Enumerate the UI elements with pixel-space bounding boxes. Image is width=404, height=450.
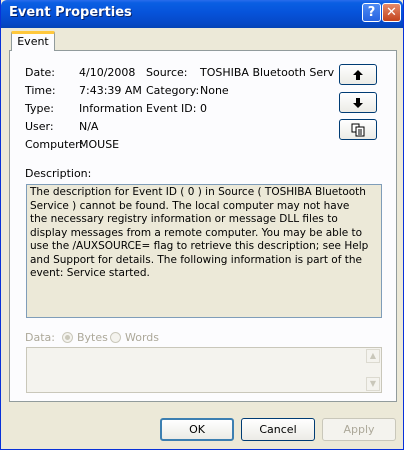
type-label: Type: [25, 102, 54, 115]
event-properties-window: Event Properties ? ✕ Event Date: 4/10/20… [0, 0, 404, 450]
arrow-down-icon [353, 98, 363, 108]
previous-event-button[interactable] [339, 64, 377, 85]
close-button[interactable]: ✕ [382, 3, 401, 22]
words-radio[interactable] [110, 332, 121, 343]
computer-label: Computer: [25, 138, 84, 151]
help-button[interactable]: ? [362, 3, 381, 22]
time-value: 7:43:39 AM [79, 84, 142, 97]
category-value: None [200, 84, 229, 97]
description-label: Description: [25, 167, 92, 180]
bytes-radio-selected-dot [65, 335, 70, 340]
category-label: Category: [146, 84, 200, 97]
date-label: Date: [25, 66, 55, 79]
user-label: User: [25, 120, 54, 133]
source-label: Source: [146, 66, 188, 79]
cancel-button[interactable]: Cancel [241, 418, 315, 441]
scroll-up-icon[interactable]: ▲ [366, 349, 380, 363]
title-bar: Event Properties ? ✕ [1, 0, 403, 28]
window-title: Event Properties [9, 5, 132, 20]
event-tab-panel: Date: 4/10/2008 Time: 7:43:39 AM Type: I… [9, 50, 397, 402]
apply-button[interactable]: Apply [322, 418, 396, 441]
bytes-radio[interactable] [62, 332, 73, 343]
source-value: TOSHIBA Bluetooth Serv [200, 66, 335, 79]
ok-button[interactable]: OK [160, 418, 234, 441]
bytes-label: Bytes [77, 331, 108, 344]
event-id-label: Event ID: [146, 102, 197, 115]
type-value: Information [79, 102, 143, 115]
event-id-value: 0 [200, 102, 207, 115]
date-value: 4/10/2008 [79, 66, 136, 79]
description-textbox[interactable]: The description for Event ID ( 0 ) in So… [26, 184, 382, 318]
data-label: Data: [25, 331, 55, 344]
arrow-up-icon [353, 70, 363, 80]
data-textbox[interactable]: ▲ ▼ [26, 347, 382, 393]
time-label: Time: [25, 84, 56, 97]
computer-value: MOUSE [79, 138, 120, 151]
tab-event[interactable]: Event [11, 31, 55, 51]
user-value: N/A [79, 120, 99, 133]
next-event-button[interactable] [339, 92, 377, 113]
words-label: Words [125, 331, 160, 344]
copy-icon [351, 123, 365, 137]
copy-event-button[interactable] [339, 119, 377, 140]
scroll-down-icon[interactable]: ▼ [366, 377, 380, 391]
description-text: The description for Event ID ( 0 ) in So… [30, 186, 369, 279]
